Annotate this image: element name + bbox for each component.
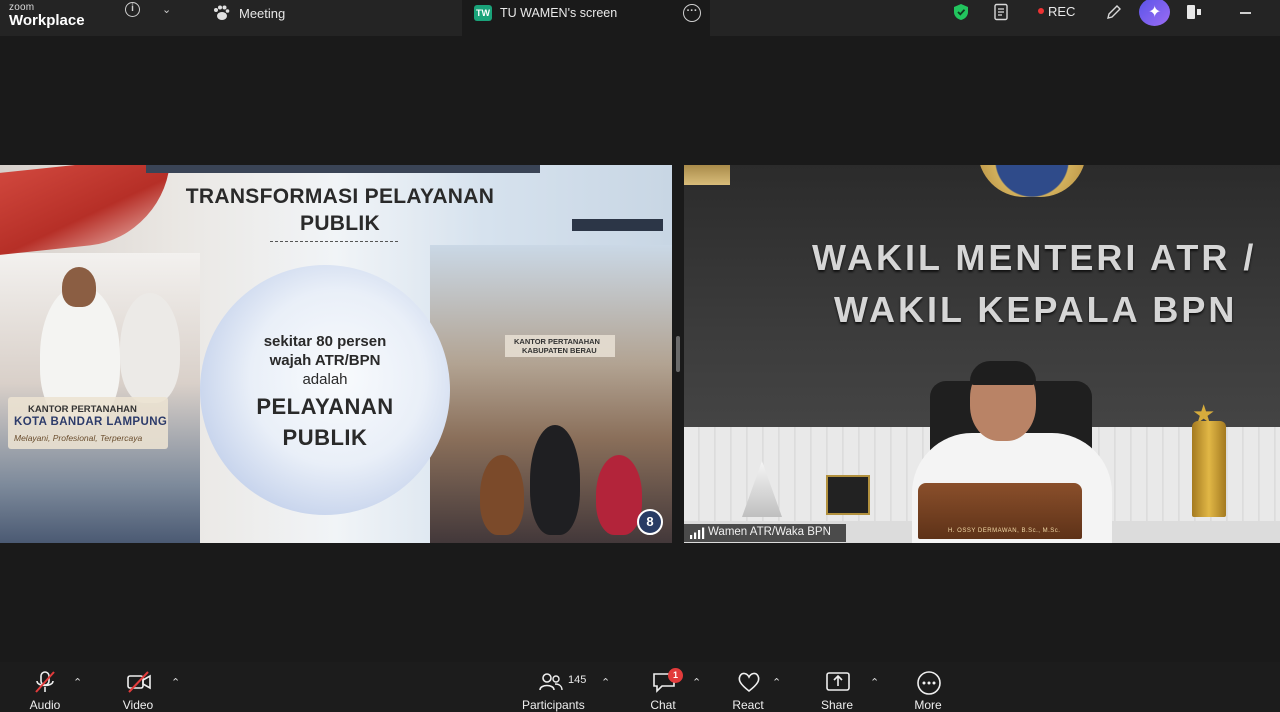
participant-name: Wamen ATR/Waka BPN bbox=[708, 526, 831, 538]
more-button[interactable]: More bbox=[898, 666, 958, 712]
slide-bubble bbox=[200, 265, 450, 515]
person-hair bbox=[970, 361, 1036, 385]
notes-icon[interactable] bbox=[993, 3, 1011, 21]
recording-label[interactable]: REC bbox=[1048, 4, 1075, 19]
more-icon[interactable]: ··· bbox=[683, 4, 701, 22]
video-options-caret-icon[interactable]: ⌃ bbox=[171, 676, 180, 689]
slide-accent-bar bbox=[572, 219, 663, 231]
share-button[interactable]: Share bbox=[807, 666, 867, 712]
participants-count: 145 bbox=[568, 674, 587, 686]
participant-video[interactable]: WAKIL MENTERI ATR / WAKIL KEPALA BPN ★ H… bbox=[684, 165, 1280, 543]
share-label: Share bbox=[820, 698, 854, 712]
microphone-muted-icon bbox=[35, 671, 55, 693]
office-sign-left-line2: KOTA BANDAR LAMPUNG bbox=[14, 416, 168, 428]
wall-text-line2: WAKIL KEPALA BPN bbox=[834, 289, 1238, 330]
bubble-line1: sekitar 80 persen bbox=[263, 333, 387, 350]
pen-icon[interactable] bbox=[1105, 3, 1123, 21]
share-screen-icon bbox=[826, 672, 850, 691]
slide-title-underline bbox=[270, 241, 398, 242]
photo-person bbox=[596, 455, 642, 535]
react-label: React bbox=[732, 698, 764, 712]
shield-icon[interactable] bbox=[952, 3, 970, 21]
chevron-down-icon[interactable]: ⌄ bbox=[162, 3, 171, 16]
bubble-line5: PUBLIK bbox=[282, 425, 368, 450]
nameplate-text: H. OSSY DERMAWAN, B.Sc., M.Sc. bbox=[948, 528, 1061, 534]
camera-muted-icon bbox=[127, 671, 151, 693]
meeting-label[interactable]: Meeting bbox=[239, 6, 285, 21]
audio-options-caret-icon[interactable]: ⌃ bbox=[73, 676, 82, 689]
more-options-icon bbox=[917, 671, 941, 695]
chat-button[interactable]: Chat bbox=[633, 666, 693, 712]
minimize-icon[interactable] bbox=[1240, 12, 1251, 14]
signal-strength-icon bbox=[690, 527, 705, 539]
participants-button[interactable]: Participants bbox=[522, 666, 585, 712]
audio-label: Audio bbox=[29, 698, 61, 712]
side-panel-icon[interactable] bbox=[1186, 4, 1202, 20]
screen-tab-label[interactable]: TU WAMEN's screen bbox=[500, 6, 617, 20]
participants-options-caret-icon[interactable]: ⌃ bbox=[601, 676, 610, 689]
video-button[interactable]: Video bbox=[108, 666, 168, 712]
office-sign-right-line2: KABUPATEN BERAU bbox=[522, 346, 597, 355]
chat-options-caret-icon[interactable]: ⌃ bbox=[692, 676, 701, 689]
heart-icon bbox=[738, 672, 760, 693]
more-label: More bbox=[914, 698, 942, 712]
share-options-caret-icon[interactable]: ⌃ bbox=[870, 676, 879, 689]
info-icon[interactable]: i bbox=[125, 2, 140, 17]
slide-top-bar bbox=[146, 165, 540, 173]
bubble-line2: wajah ATR/BPN bbox=[269, 352, 381, 369]
video-label: Video bbox=[122, 698, 154, 712]
photo-person bbox=[530, 425, 580, 535]
audio-button[interactable]: Audio bbox=[15, 666, 75, 712]
screen-tab-badge: TW bbox=[474, 5, 492, 21]
office-sign-left-line3: Melayani, Profesional, Terpercaya bbox=[14, 433, 143, 443]
participants-label: Participants bbox=[522, 698, 585, 712]
slide-title-line1: TRANSFORMASI PELAYANAN bbox=[185, 185, 495, 208]
chat-label: Chat bbox=[650, 698, 676, 712]
wall-text-line1: WAKIL MENTERI ATR / bbox=[812, 237, 1257, 278]
photo-person bbox=[480, 455, 524, 535]
photo-person bbox=[62, 267, 96, 307]
bubble-line3: adalah bbox=[302, 371, 348, 388]
top-bar bbox=[0, 0, 1280, 36]
office-sign-left-line1: KANTOR PERTANAHAN bbox=[28, 404, 137, 415]
office-sign-right-line1: KANTOR PERTANAHAN bbox=[514, 337, 600, 346]
trophy-icon bbox=[1192, 421, 1226, 517]
recording-dot-icon bbox=[1038, 8, 1044, 14]
plaque-icon bbox=[826, 475, 870, 515]
bubble-line4: PELAYANAN bbox=[256, 394, 394, 419]
photo-person bbox=[120, 293, 180, 403]
slide-title-line2: PUBLIK bbox=[300, 212, 380, 235]
react-options-caret-icon[interactable]: ⌃ bbox=[772, 676, 781, 689]
shared-screen[interactable]: TRANSFORMASI PELAYANAN PUBLIK sekitar 80… bbox=[0, 165, 672, 543]
chat-unread-badge: 1 bbox=[668, 668, 683, 683]
participants-icon bbox=[539, 673, 563, 691]
slide-title: TRANSFORMASI PELAYANAN PUBLIK bbox=[160, 183, 520, 237]
zoom-logo-workplace: Workplace bbox=[9, 12, 85, 29]
slide-page-number: 8 bbox=[637, 509, 663, 535]
view-splitter-handle[interactable] bbox=[676, 336, 680, 372]
react-button[interactable]: React bbox=[718, 666, 778, 712]
paw-icon[interactable] bbox=[212, 5, 230, 21]
gold-frame bbox=[684, 165, 730, 185]
